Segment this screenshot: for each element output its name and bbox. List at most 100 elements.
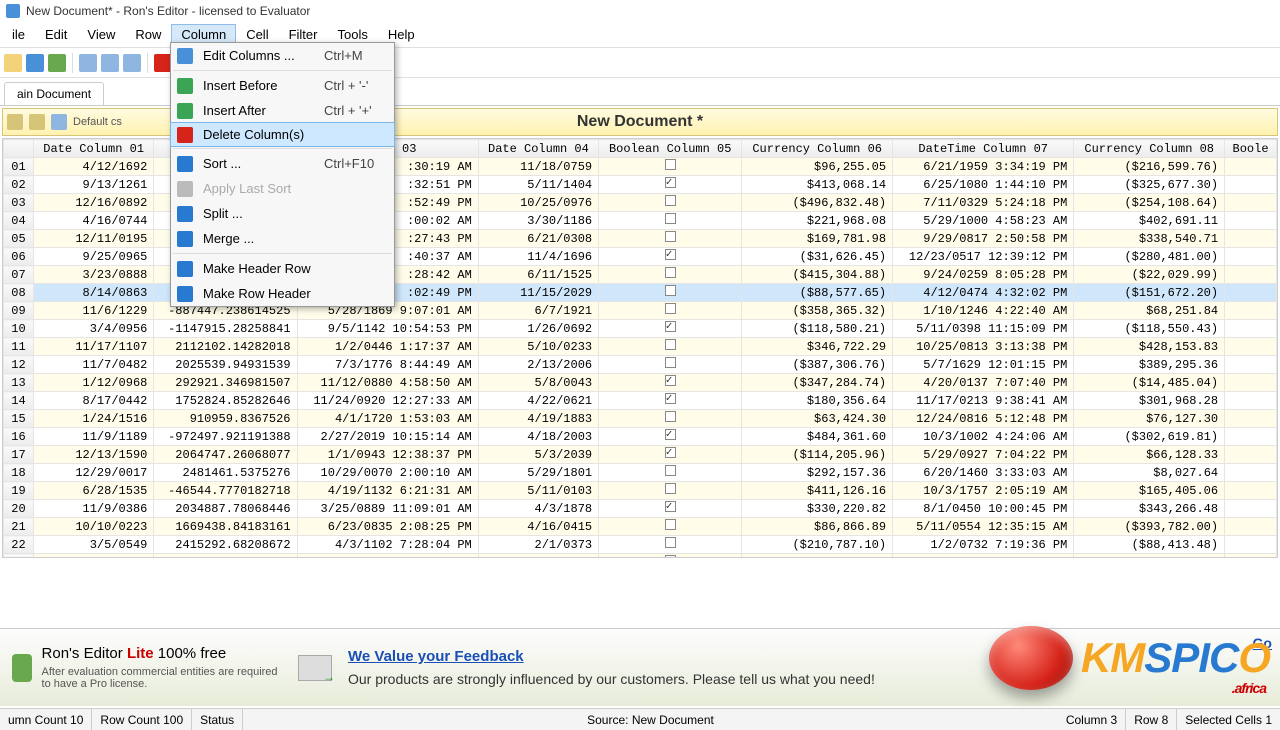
checkbox[interactable] <box>665 537 676 548</box>
cell[interactable]: $330,220.82 <box>742 500 893 518</box>
cell[interactable]: 6/11/1525 <box>478 266 598 284</box>
cell[interactable]: 5/29/0927 7:04:22 PM <box>893 446 1074 464</box>
checkbox[interactable] <box>665 555 676 558</box>
checkbox[interactable] <box>665 411 676 422</box>
cell[interactable]: 292921.346981507 <box>154 374 297 392</box>
cell[interactable]: 07 <box>4 266 34 284</box>
grid-icon[interactable] <box>79 54 97 72</box>
cell[interactable]: $428,153.83 <box>1074 338 1225 356</box>
table-row[interactable]: 1111/17/11072112102.142820181/2/0446 1:1… <box>4 338 1277 356</box>
checkbox[interactable] <box>665 375 676 386</box>
doc-icon[interactable] <box>7 114 23 130</box>
cell[interactable]: 12/13/1590 <box>34 446 154 464</box>
cell[interactable]: 6/21/0308 <box>478 230 598 248</box>
cell[interactable]: 2025539.94931539 <box>154 356 297 374</box>
cell[interactable] <box>1225 158 1277 176</box>
cell[interactable]: -46544.7770182718 <box>154 482 297 500</box>
cell[interactable]: 06 <box>4 248 34 266</box>
cell[interactable]: 9/24/0259 8:05:28 PM <box>893 266 1074 284</box>
cell[interactable]: 9/5/1142 10:54:53 PM <box>297 320 478 338</box>
cell[interactable]: 10/3/1002 4:24:06 AM <box>893 428 1074 446</box>
checkbox[interactable] <box>665 159 676 170</box>
cell[interactable] <box>599 266 742 284</box>
cell[interactable]: 4/3/1878 <box>478 500 598 518</box>
table-row[interactable]: 2110/10/02231669438.841831616/23/0835 2:… <box>4 518 1277 536</box>
table-row[interactable]: 2011/9/03862034887.780684463/25/0889 11:… <box>4 500 1277 518</box>
cell[interactable]: $411,126.16 <box>742 482 893 500</box>
menu-item-make-row-header[interactable]: Make Row Header <box>171 281 394 306</box>
cell[interactable] <box>1225 284 1277 302</box>
cell[interactable]: 10/25/0813 3:13:38 PM <box>893 338 1074 356</box>
cell[interactable] <box>1225 446 1277 464</box>
cell[interactable] <box>1225 248 1277 266</box>
table-row[interactable]: 236/11/10701443723.2790252811/21/1698 7:… <box>4 554 1277 559</box>
cell[interactable]: 05 <box>4 230 34 248</box>
cell[interactable] <box>1225 392 1277 410</box>
cell[interactable]: ($325,677.30) <box>1074 176 1225 194</box>
doc-icon-2[interactable] <box>29 114 45 130</box>
cell[interactable]: 11/17/0213 9:38:41 AM <box>893 392 1074 410</box>
cell[interactable]: 5/11/0554 12:35:15 AM <box>893 518 1074 536</box>
cell[interactable]: $165,405.06 <box>1074 482 1225 500</box>
menu-item-make-header-row[interactable]: Make Header Row <box>171 256 394 281</box>
cell[interactable]: $343,266.48 <box>1074 500 1225 518</box>
cell[interactable]: 8/14/0863 <box>34 284 154 302</box>
cell[interactable]: 09 <box>4 302 34 320</box>
cell[interactable]: 12/24/0816 5:12:48 PM <box>893 410 1074 428</box>
cell[interactable] <box>599 320 742 338</box>
cell[interactable] <box>599 536 742 554</box>
cell[interactable]: 16 <box>4 428 34 446</box>
cell[interactable]: 22 <box>4 536 34 554</box>
grid-icon-3[interactable] <box>123 54 141 72</box>
cell[interactable]: 11/15/2029 <box>478 284 598 302</box>
menu-item-edit-columns-[interactable]: Edit Columns ...Ctrl+M <box>171 43 394 68</box>
reload-icon[interactable] <box>48 54 66 72</box>
column-header[interactable]: Boolean Column 05 <box>599 140 742 158</box>
cell[interactable]: 4/16/0744 <box>34 212 154 230</box>
checkbox[interactable] <box>665 501 676 512</box>
cell[interactable] <box>1225 428 1277 446</box>
cell[interactable]: $66,128.33 <box>1074 446 1225 464</box>
menu-item-merge-[interactable]: Merge ... <box>171 226 394 251</box>
cell[interactable]: 1752824.85282646 <box>154 392 297 410</box>
cell[interactable]: 11 <box>4 338 34 356</box>
cell[interactable] <box>1225 338 1277 356</box>
cell[interactable]: 10/25/0976 <box>478 194 598 212</box>
cell[interactable]: ($415,304.88) <box>742 266 893 284</box>
cell[interactable]: 21 <box>4 518 34 536</box>
cell[interactable]: $301,968.28 <box>1074 392 1225 410</box>
cell[interactable]: 2/1/0373 <box>478 536 598 554</box>
cell[interactable]: ($393,782.00) <box>1074 518 1225 536</box>
cell[interactable] <box>599 500 742 518</box>
checkbox[interactable] <box>665 519 676 530</box>
cell[interactable]: 11/18/0759 <box>478 158 598 176</box>
cell[interactable] <box>599 446 742 464</box>
cell[interactable]: ($88,413.48) <box>1074 536 1225 554</box>
cell[interactable]: 1/1/0943 12:38:37 PM <box>297 446 478 464</box>
cell[interactable] <box>1225 194 1277 212</box>
cell[interactable]: 1443723.27902528 <box>154 554 297 559</box>
table-row[interactable]: 103/4/0956-1147915.282588419/5/1142 10:5… <box>4 320 1277 338</box>
cell[interactable] <box>1225 554 1277 559</box>
cell[interactable]: 8/17/0442 <box>34 392 154 410</box>
cell[interactable]: 8/1/0450 10:00:45 PM <box>893 500 1074 518</box>
checkbox[interactable] <box>665 267 676 278</box>
checkbox[interactable] <box>665 429 676 440</box>
cell[interactable]: 1/2/0446 1:17:37 AM <box>297 338 478 356</box>
cell[interactable]: ($31,626.45) <box>742 248 893 266</box>
cell[interactable]: 1669438.84183161 <box>154 518 297 536</box>
checkbox[interactable] <box>665 285 676 296</box>
cell[interactable]: 4/19/1132 6:21:31 AM <box>297 482 478 500</box>
cell[interactable] <box>599 230 742 248</box>
cell[interactable] <box>599 248 742 266</box>
cell[interactable]: 11/4/1696 <box>478 248 598 266</box>
cell[interactable]: 12 <box>4 356 34 374</box>
menu-item-split-[interactable]: Split ... <box>171 201 394 226</box>
cell[interactable]: 2064747.26068077 <box>154 446 297 464</box>
cell[interactable] <box>1225 212 1277 230</box>
cell[interactable]: 11/7/0482 <box>34 356 154 374</box>
cell[interactable]: 17 <box>4 446 34 464</box>
cell[interactable]: 5/29/1801 <box>478 464 598 482</box>
cell[interactable]: 11/24/0920 12:27:33 AM <box>297 392 478 410</box>
cell[interactable]: 910959.8367526 <box>154 410 297 428</box>
